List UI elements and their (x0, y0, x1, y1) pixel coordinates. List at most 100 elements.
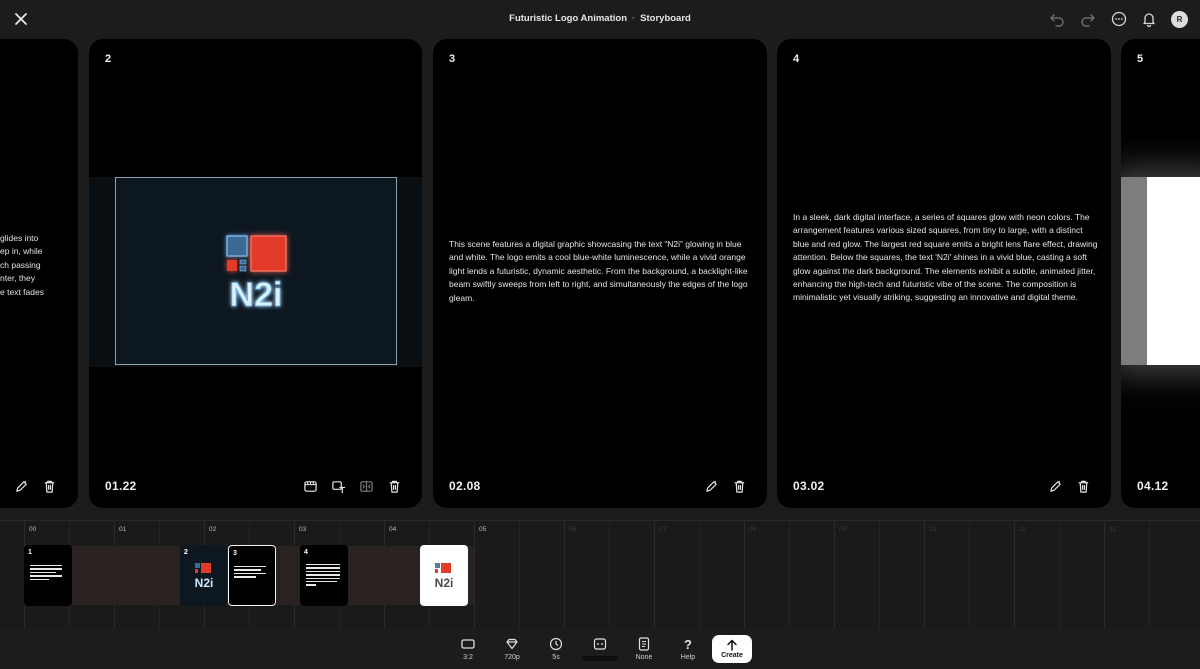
undo-icon[interactable] (1048, 10, 1066, 28)
notifications-bell-icon[interactable] (1140, 10, 1158, 28)
delete-trash-icon[interactable] (731, 478, 747, 494)
caption-icon (592, 636, 608, 652)
svg-text:N2i: N2i (435, 576, 454, 590)
text-lines-icon (306, 564, 340, 588)
project-title: Futuristic Logo Animation (509, 13, 627, 24)
delete-trash-icon[interactable] (41, 478, 57, 494)
timeline-thumb-4[interactable]: 4 (300, 545, 348, 606)
card-number: 4 (793, 53, 800, 65)
timeline[interactable]: 00 01 02 03 04 05 06 07 08 09 10 11 12 1… (0, 520, 1200, 629)
compare-split-icon[interactable] (358, 478, 374, 494)
scene-preview-image: N2i (115, 177, 397, 365)
top-bar: Futuristic Logo Animation · Storyboard R (0, 0, 1200, 38)
desc-line: ep in, while (0, 246, 43, 257)
timeline-thumb-1[interactable]: 1 (24, 545, 72, 606)
user-avatar[interactable]: R (1171, 11, 1188, 28)
ruler-label: 06 (569, 526, 577, 533)
card-timestamp: 02.08 (449, 479, 481, 493)
card-actions (703, 478, 747, 494)
card-description: This scene features a digital graphic sh… (449, 239, 748, 303)
delete-trash-icon[interactable] (1075, 478, 1091, 494)
storyboard-card-4[interactable]: 4 In a sleek, dark digital interface, a … (777, 39, 1111, 508)
scene-preview-image (1121, 177, 1200, 365)
card-timestamp: 01.22 (105, 479, 137, 493)
desc-line: ch passing (0, 259, 41, 270)
caption-button[interactable] (582, 636, 618, 661)
document-icon (636, 636, 652, 652)
desc-line: glides into (0, 233, 39, 243)
create-button[interactable]: Create (712, 635, 752, 663)
n2i-logo-icon: N2i (195, 563, 214, 590)
view-title: Storyboard (640, 13, 691, 24)
edit-pen-icon[interactable] (13, 478, 29, 494)
card-actions (1047, 478, 1091, 494)
ruler-label: 12 (1109, 526, 1117, 533)
card-timestamp: 04.12 (1137, 479, 1169, 493)
storyboard-card-1[interactable]: glides into ep in, while ch passing nter… (0, 39, 78, 508)
duration-label: 5s (552, 654, 560, 661)
aspect-ratio-label: 3:2 (463, 654, 473, 661)
ruler-label: 03 (299, 526, 307, 533)
more-options-icon[interactable] (1110, 10, 1128, 28)
storyboard-card-3[interactable]: 3 This scene features a digital graphic … (433, 39, 767, 508)
thumb-number: 1 (28, 549, 32, 556)
ruler-label: 00 (29, 526, 37, 533)
storyboard-card-5[interactable]: 5 04.12 (1121, 39, 1200, 508)
timeline-thumb-3-selected[interactable]: 3 (228, 545, 276, 606)
bottom-toolbar: 3:2 720p 5s None ? Help (0, 628, 1200, 669)
edit-pen-icon[interactable] (703, 478, 719, 494)
card-number: 3 (449, 53, 456, 65)
ruler-label: 07 (659, 526, 667, 533)
card-number: 5 (1137, 53, 1144, 65)
delete-trash-icon[interactable] (386, 478, 402, 494)
text-lines-icon (234, 566, 266, 580)
card-timestamp: 03.02 (793, 479, 825, 493)
title-separator: · (632, 13, 636, 24)
edit-pen-icon[interactable] (1047, 478, 1063, 494)
ruler-label: 08 (749, 526, 757, 533)
card-description: glides into ep in, while ch passing nter… (0, 232, 78, 299)
page-title: Futuristic Logo Animation · Storyboard (0, 13, 1200, 24)
ruler-label: 09 (839, 526, 847, 533)
style-label: None (635, 654, 653, 661)
diamond-icon (504, 636, 520, 652)
storyboard-card-2[interactable]: 2 N2i 01.22 (89, 39, 422, 508)
question-mark-icon: ? (684, 636, 692, 652)
ruler-label: 04 (389, 526, 397, 533)
image-text-icon[interactable] (330, 478, 346, 494)
ruler-label: 01 (119, 526, 127, 533)
arrow-up-icon (727, 639, 737, 651)
card-description: In a sleek, dark digital interface, a se… (793, 212, 1098, 303)
clock-icon (548, 636, 564, 652)
ruler-label: 10 (929, 526, 937, 533)
aspect-ratio-icon (460, 636, 476, 652)
desc-line: nter, they (0, 273, 35, 284)
caption-indicator (582, 656, 618, 661)
thumb-number: 3 (233, 550, 237, 557)
logo-text: N2i (230, 276, 283, 314)
card-actions (302, 478, 402, 494)
ruler-label: 11 (1019, 526, 1026, 533)
create-label: Create (721, 652, 743, 659)
desc-line: e text fades (0, 286, 44, 297)
aspect-ratio-button[interactable]: 3:2 (450, 636, 486, 661)
card-actions (13, 478, 57, 494)
card-number: 2 (105, 53, 112, 65)
duration-button[interactable]: 5s (538, 636, 574, 661)
text-lines-icon (30, 565, 62, 582)
ruler-label: 05 (479, 526, 487, 533)
timeline-thumb-2[interactable]: 2 N2i (180, 545, 227, 606)
svg-text:N2i: N2i (195, 576, 214, 590)
n2i-logo-icon: N2i (435, 563, 454, 590)
timeline-thumb-5[interactable]: N2i (420, 545, 468, 606)
thumb-number: 4 (304, 549, 308, 556)
ruler-label: 02 (209, 526, 217, 533)
timeline-ruler: 00 01 02 03 04 05 06 07 08 09 10 11 12 (0, 521, 1200, 629)
style-button[interactable]: None (626, 636, 662, 661)
quality-button[interactable]: 720p (494, 636, 530, 661)
help-label: Help (680, 654, 696, 661)
redo-icon[interactable] (1079, 10, 1097, 28)
thumb-number: 2 (184, 549, 188, 556)
help-button[interactable]: ? Help (670, 636, 706, 662)
storyboard-frame-icon[interactable] (302, 478, 318, 494)
